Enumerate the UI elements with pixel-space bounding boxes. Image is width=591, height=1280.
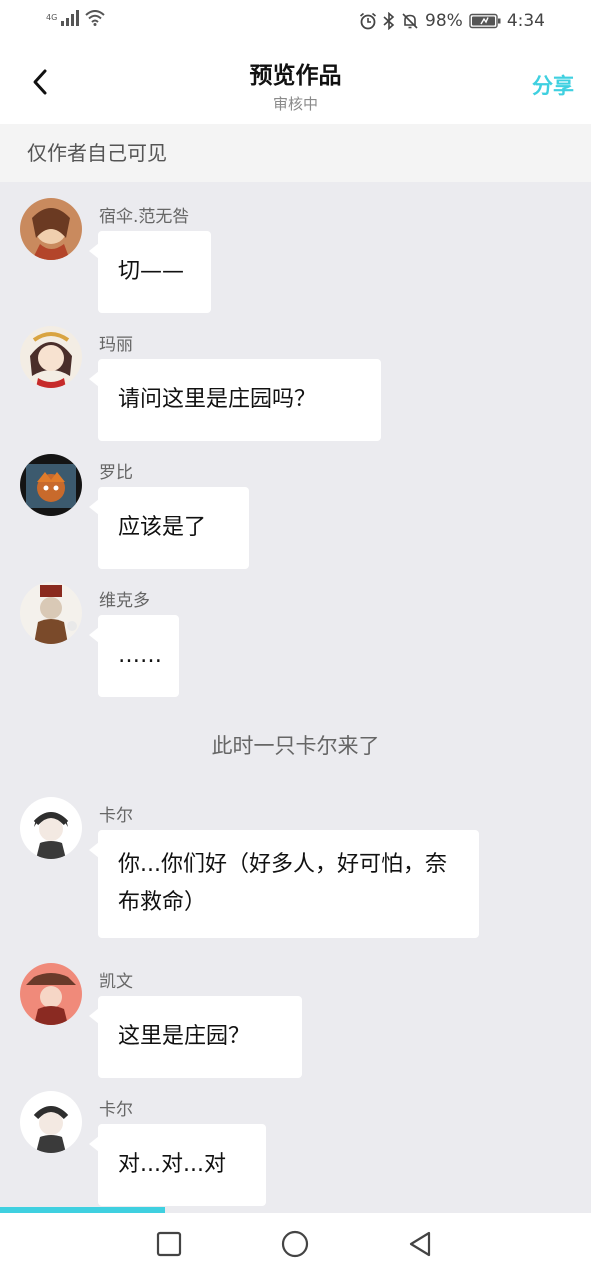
- battery-percent: 98%: [425, 11, 463, 31]
- sender-name: 卡尔: [99, 806, 133, 826]
- narration-text: 此时一只卡尔来了: [211, 734, 380, 758]
- avatar[interactable]: [20, 1091, 82, 1153]
- header: 预览作品 审核中 分享: [0, 44, 591, 124]
- circle-icon: [280, 1229, 310, 1263]
- message-text: 你...你们好（好多人，好可怕，奈布救命）: [118, 852, 447, 915]
- message-bubble: 对...对...对: [89, 1124, 266, 1206]
- back-nav-button[interactable]: [405, 1231, 435, 1261]
- message-bubble: 请问这里是庄园吗？: [89, 359, 381, 441]
- triangle-back-icon: [407, 1230, 433, 1262]
- sender-name: 凯文: [99, 972, 133, 992]
- visibility-notice: 仅作者自己可见: [0, 124, 591, 182]
- message-bubble: 应该是了: [89, 487, 249, 569]
- sender-name: 维克多: [99, 591, 150, 611]
- alarm-icon: [359, 12, 377, 30]
- avatar[interactable]: [20, 963, 82, 1025]
- message-bubble: 这里是庄园？: [89, 996, 302, 1078]
- message-text: 切——: [118, 259, 185, 284]
- message-bubble: 切——: [89, 231, 211, 313]
- message-text: 这里是庄园？: [118, 1024, 251, 1049]
- message-bubble: ……: [89, 615, 179, 697]
- sender-name: 宿伞.范无咎: [99, 207, 190, 227]
- message-text: 请问这里是庄园吗？: [118, 387, 317, 412]
- page-title: 预览作品: [249, 63, 342, 89]
- system-navigation-bar: [0, 1213, 591, 1280]
- sender-name: 玛丽: [99, 335, 133, 355]
- home-button[interactable]: [280, 1229, 310, 1263]
- signal-icon: [61, 10, 81, 30]
- recent-apps-button[interactable]: [154, 1231, 184, 1261]
- mute-bell-icon: [401, 12, 419, 30]
- network-type: 4G: [46, 13, 58, 22]
- share-button[interactable]: 分享: [532, 70, 574, 100]
- avatar[interactable]: [20, 326, 82, 388]
- review-status: 审核中: [272, 95, 318, 113]
- avatar[interactable]: [20, 454, 82, 516]
- sender-name: 卡尔: [99, 1100, 133, 1120]
- message-text: 应该是了: [118, 515, 207, 540]
- avatar[interactable]: [20, 582, 82, 644]
- avatar[interactable]: [20, 797, 82, 859]
- sender-name: 罗比: [99, 463, 133, 483]
- wifi-icon: [85, 10, 105, 30]
- square-icon: [156, 1231, 182, 1261]
- status-bar: 4G 98% 4:34: [0, 0, 591, 44]
- clock-time: 4:34: [506, 11, 545, 31]
- battery-icon: [469, 13, 501, 29]
- bluetooth-icon: [383, 12, 395, 30]
- message-text: ……: [118, 643, 162, 668]
- message-bubble: 你...你们好（好多人，好可怕，奈布救命）: [89, 830, 479, 938]
- message-text: 对...对...对: [118, 1152, 226, 1177]
- avatar[interactable]: [20, 198, 82, 260]
